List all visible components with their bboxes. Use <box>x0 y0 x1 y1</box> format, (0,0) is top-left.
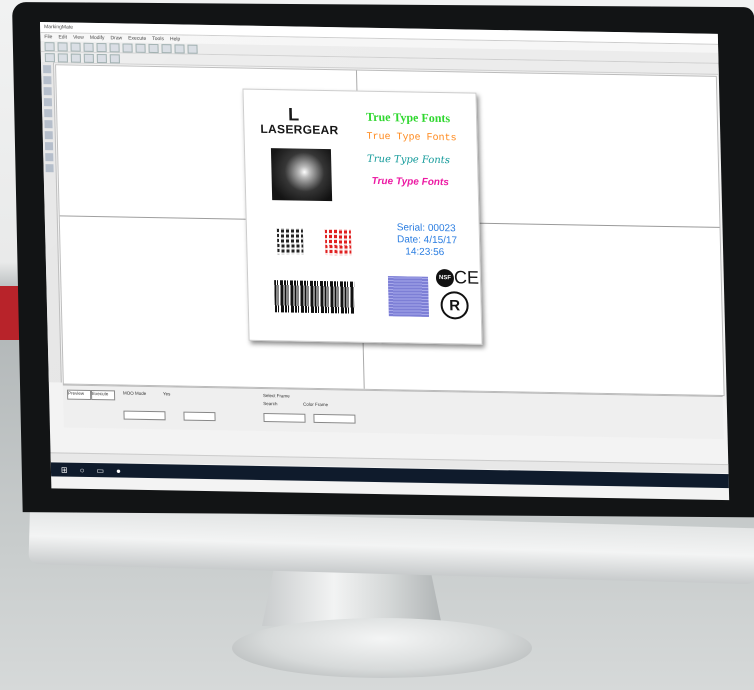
param-field-3[interactable] <box>263 413 306 423</box>
font-sample-serif[interactable]: True Type Fonts <box>366 110 450 126</box>
yes-label: Yes <box>162 391 171 397</box>
menu-modify[interactable]: Modify <box>90 35 105 41</box>
barcode-tool-icon[interactable] <box>44 120 53 129</box>
task-view-icon[interactable]: ▭ <box>96 466 104 475</box>
menu-edit[interactable]: Edit <box>58 34 67 40</box>
zoom-in-icon[interactable] <box>161 43 172 53</box>
new-icon[interactable] <box>44 41 55 51</box>
label-sheet[interactable]: L LASERGEAR True Type Fonts True Type Fo… <box>242 88 483 345</box>
param-field-2[interactable] <box>183 411 216 422</box>
group-icon[interactable] <box>70 53 81 63</box>
monitor-stand-base <box>232 618 532 678</box>
select-frame-label[interactable]: Select Frame <box>263 393 290 398</box>
open-icon[interactable] <box>57 41 68 51</box>
arc-tool-icon[interactable] <box>44 142 54 151</box>
app-taskbar-icon[interactable]: ● <box>116 466 121 475</box>
copy-icon[interactable] <box>109 42 120 52</box>
preview-label: Preview <box>67 390 85 396</box>
mode-label: MOO Mode <box>122 390 147 396</box>
date-text[interactable]: Date: 4/15/17 <box>397 234 457 246</box>
pattern-square[interactable] <box>387 276 429 317</box>
execute-button[interactable]: Execute <box>90 389 116 401</box>
cut-icon[interactable] <box>96 42 107 52</box>
registered-mark-icon: R <box>440 291 469 320</box>
cortana-icon[interactable]: ○ <box>80 465 85 474</box>
ce-mark-icon: CE <box>453 267 480 288</box>
datamatrix-red[interactable] <box>324 229 352 256</box>
curve-tool-icon[interactable] <box>45 153 54 162</box>
paste-icon[interactable] <box>122 42 133 53</box>
font-sample-italic[interactable]: True Type Fonts <box>372 176 449 188</box>
barcode-1d[interactable] <box>274 280 355 314</box>
laser-photo[interactable] <box>270 148 333 202</box>
redo-icon[interactable] <box>148 43 159 53</box>
text-tool-icon[interactable] <box>44 109 53 118</box>
menu-execute[interactable]: Execute <box>128 36 146 42</box>
font-sample-script[interactable]: True Type Fonts <box>367 154 450 166</box>
select-icon[interactable] <box>44 52 55 62</box>
param-field-1[interactable] <box>123 410 166 421</box>
rotate-icon[interactable] <box>96 53 107 63</box>
color-frame-label[interactable]: Color Frame <box>303 402 328 407</box>
menu-help[interactable]: Help <box>170 36 180 42</box>
font-sample-mono[interactable]: True Type Fonts <box>366 132 456 145</box>
save-icon[interactable] <box>70 42 81 52</box>
search-label[interactable]: Search <box>263 401 277 406</box>
menu-view[interactable]: View <box>73 35 84 41</box>
line-tool-icon[interactable] <box>43 76 52 85</box>
design-canvas[interactable]: L LASERGEAR True Type Fonts True Type Fo… <box>55 64 725 397</box>
menu-draw[interactable]: Draw <box>110 35 122 41</box>
window-title: MarkingMate <box>44 24 74 31</box>
pointer-tool-icon[interactable] <box>43 65 52 74</box>
menu-tools[interactable]: Tools <box>152 36 164 42</box>
align-icon[interactable] <box>187 44 198 54</box>
menu-file[interactable]: File <box>44 34 52 40</box>
zoom-out-icon[interactable] <box>174 43 185 54</box>
print-icon[interactable] <box>83 42 94 52</box>
datamatrix-black[interactable] <box>276 228 304 255</box>
windows-start-icon[interactable]: ⊞ <box>61 465 68 474</box>
nsf-mark-icon: NSF <box>435 268 455 288</box>
lasergear-logo-text: LASERGEAR <box>260 121 339 138</box>
time-text[interactable]: 14:23:56 <box>405 246 444 258</box>
ungroup-icon[interactable] <box>83 53 94 63</box>
node-icon[interactable] <box>57 52 68 63</box>
monitor-screen: MarkingMate File Edit View Modify Draw E… <box>40 22 730 501</box>
serial-text[interactable]: Serial: 00023 <box>397 222 456 234</box>
circle-tool-icon[interactable] <box>43 98 53 107</box>
rect-tool-icon[interactable] <box>43 87 52 96</box>
undo-icon[interactable] <box>135 43 146 53</box>
image-tool-icon[interactable] <box>44 131 53 140</box>
preview-button[interactable]: Preview <box>66 389 92 401</box>
execute-label: Execute <box>91 391 109 397</box>
param-field-4[interactable] <box>313 413 356 424</box>
mirror-icon[interactable] <box>109 53 120 63</box>
fill-tool-icon[interactable] <box>45 164 54 173</box>
